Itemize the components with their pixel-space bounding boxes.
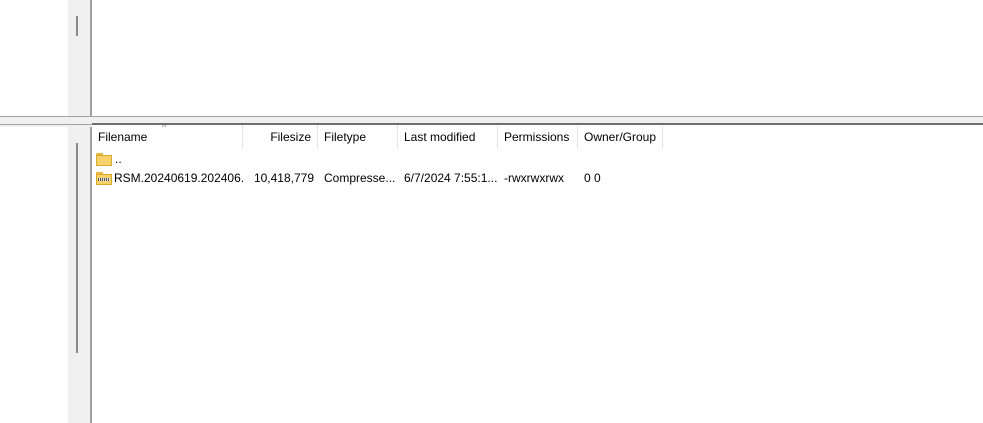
table-row-file[interactable]: RSM.20240619.202406... 10,418,779 Compre… [92, 168, 983, 188]
column-label: Permissions [504, 130, 570, 144]
column-label: Filetype [324, 130, 367, 144]
last-modified-cell [398, 149, 498, 169]
column-label: Filename [98, 130, 148, 144]
filesize-cell: 10,418,779 [253, 171, 314, 185]
column-label: Owner/Group [584, 130, 657, 144]
column-header-last-modified[interactable]: Last modified [398, 125, 498, 149]
column-header-filesize[interactable]: Filesize [243, 125, 318, 149]
lower-scroll-thumb[interactable] [76, 143, 78, 353]
local-pane [0, 0, 68, 423]
compressed-folder-icon [96, 171, 112, 185]
upper-scroll-thumb[interactable] [76, 16, 78, 36]
filename-cell: RSM.20240619.202406... [92, 168, 243, 188]
file-list-header: ^ Filename Filesize Filetype Last modifi… [92, 125, 983, 149]
permissions-cell [498, 149, 578, 169]
filename-cell: .. [92, 149, 243, 169]
folder-icon [96, 152, 112, 166]
column-header-permissions[interactable]: Permissions [498, 125, 578, 149]
lower-scrollbar[interactable] [68, 127, 90, 423]
column-label: Last modified [404, 130, 476, 144]
filetype-cell: Compresse... [324, 171, 396, 185]
last-modified-cell: 6/7/2024 7:55:1... [404, 171, 498, 185]
filename-text: .. [115, 152, 122, 166]
column-header-filename[interactable]: ^ Filename [92, 125, 243, 149]
table-row-parent-directory[interactable]: .. [92, 149, 983, 169]
owner-group-cell: 0 0 [584, 171, 601, 185]
filename-text: RSM.20240619.202406... [114, 171, 243, 185]
column-label: Filesize [270, 130, 311, 144]
filesize-cell [243, 149, 318, 169]
remote-file-list[interactable]: ^ Filename Filesize Filetype Last modifi… [92, 125, 983, 423]
splitter-border-top [0, 116, 983, 117]
owner-group-cell [578, 149, 663, 169]
column-header-owner-group[interactable]: Owner/Group [578, 125, 663, 149]
permissions-cell: -rwxrwxrwx [504, 171, 564, 185]
column-header-filetype[interactable]: Filetype [318, 125, 398, 149]
upper-scrollbar[interactable] [68, 0, 90, 116]
remote-directory-tree [92, 0, 983, 116]
filetype-cell [318, 149, 398, 169]
sort-ascending-icon: ^ [162, 125, 167, 132]
